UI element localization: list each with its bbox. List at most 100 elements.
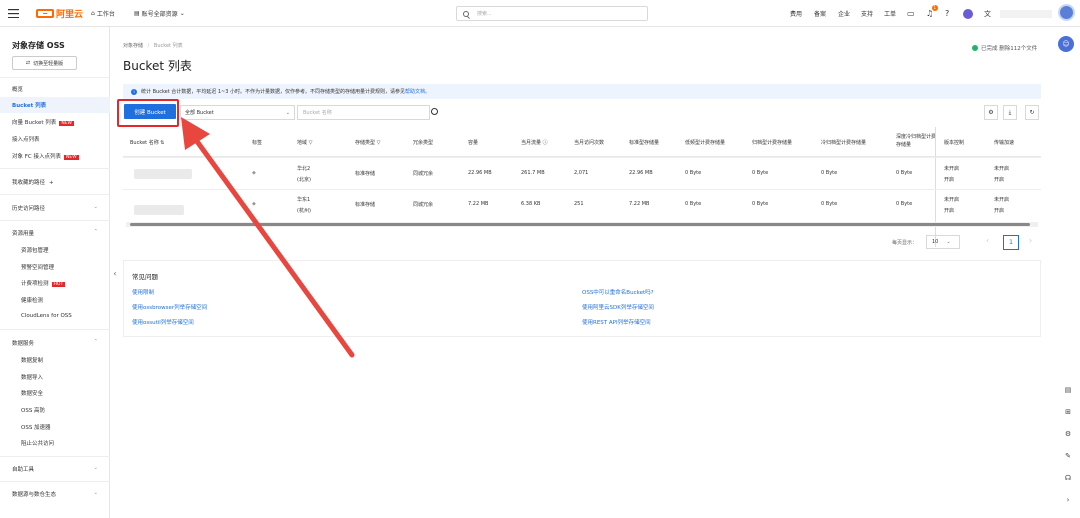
- col-bucket-name[interactable]: Bucket 名称 ⇅: [130, 139, 164, 146]
- sidebar-auto-tools-group[interactable]: 自助工具 ⌄: [12, 465, 98, 473]
- table-cell-archive: 0 Byte: [752, 170, 769, 176]
- bucket-name-blurred[interactable]: [134, 205, 184, 215]
- workbench-link[interactable]: ⌂ 工作台: [91, 0, 115, 27]
- page-title: Bucket 列表: [123, 59, 192, 73]
- search-placeholder: 搜索...: [477, 11, 492, 17]
- topbar-link-support[interactable]: 支持: [861, 0, 873, 27]
- sidebar-item-oss-accelerator[interactable]: OSS 加速器: [21, 423, 51, 431]
- faq-link-ossbrowser[interactable]: 使用ossbrowser列举存储空间: [132, 303, 207, 311]
- topbar-link-icp[interactable]: 备案: [814, 0, 826, 27]
- refresh-icon[interactable]: ↻: [1025, 105, 1039, 120]
- global-search-input[interactable]: 搜索...: [456, 6, 648, 21]
- sidebar-item-data-security[interactable]: 数据安全: [21, 389, 43, 397]
- calculator-icon[interactable]: ⊞: [1063, 407, 1073, 417]
- bucket-name-search-input[interactable]: Bucket 名称: [297, 105, 430, 120]
- sidebar-item-oss-ddos[interactable]: OSS 高防: [21, 406, 45, 414]
- scrollbar-thumb[interactable]: [130, 223, 1030, 226]
- sidebar-item-space-alert[interactable]: 预警空间管理: [21, 263, 54, 271]
- document-icon[interactable]: ▤: [1063, 385, 1073, 395]
- sidebar-collapse-icon[interactable]: ‹: [110, 266, 120, 280]
- message-icon[interactable]: ▭: [907, 0, 915, 27]
- download-icon[interactable]: ⤓: [1003, 105, 1017, 120]
- bucket-filter-select[interactable]: 全部 Bucket ⌄: [180, 105, 295, 120]
- enable-accel-link[interactable]: 开启: [994, 176, 1004, 183]
- sidebar-item-resource-pack[interactable]: 资源包管理: [21, 246, 49, 254]
- col-bucket-name-label: Bucket 名称: [130, 140, 159, 146]
- search-icon: [463, 10, 469, 17]
- help-doc-link[interactable]: 帮助文档。: [405, 88, 430, 95]
- assistant-robot-icon[interactable]: ☺: [1058, 36, 1074, 52]
- page-number-current[interactable]: 1: [1003, 235, 1019, 250]
- switch-lite-button[interactable]: ⇄ 切换至轻量版: [12, 56, 77, 70]
- sidebar-item-vector-bucket[interactable]: 向量 Bucket 列表 NEW: [12, 118, 74, 126]
- chevron-right-icon[interactable]: ›: [1063, 495, 1073, 505]
- faq-link-rename[interactable]: OSS中可以重命名Bucket吗?: [582, 288, 654, 296]
- sidebar-item-block-public-access[interactable]: 阻止公共访问: [21, 439, 54, 447]
- topbar-link-enterprise[interactable]: 企业: [838, 0, 850, 27]
- annotation-arrow: [181, 117, 355, 358]
- menu-icon[interactable]: [8, 0, 19, 27]
- sidebar-item-overview[interactable]: 概览: [12, 85, 23, 93]
- prev-page-icon[interactable]: ‹: [986, 236, 989, 245]
- sidebar-item-fc-access-point[interactable]: 对象 FC 接入点列表 NEW: [12, 152, 79, 160]
- language-icon[interactable]: 文: [984, 0, 991, 27]
- enable-versioning-link[interactable]: 开启: [944, 176, 954, 183]
- fee-label: 费用: [790, 11, 803, 18]
- col-deep-archive-storage: 深度冷归档型计费存储量: [896, 134, 937, 148]
- task-status[interactable]: 已完成 删除112个文件: [972, 44, 1037, 52]
- sidebar-item-data-import[interactable]: 数据导入: [21, 373, 43, 381]
- search-icon[interactable]: [431, 108, 438, 115]
- sidebar-item-billing-check[interactable]: 计费项检测 HOT: [21, 279, 66, 287]
- aliyun-logo[interactable]: 阿里云: [36, 0, 83, 27]
- sidebar-item-cloudlens[interactable]: CloudLens for OSS: [21, 313, 72, 319]
- table-cell-storage: 标准存储: [355, 202, 376, 208]
- table-cell-cold: 0 Byte: [821, 170, 838, 176]
- new-badge: NEW: [59, 121, 74, 126]
- tag-icon[interactable]: ◆: [252, 170, 256, 176]
- resource-scope-dropdown[interactable]: ▤ 账号全部资源 ⌄: [134, 0, 185, 27]
- data-ecosystem-label: 数据源与数仓生态: [12, 492, 57, 498]
- sidebar-resource-group[interactable]: 资源用量 ⌃: [12, 229, 98, 237]
- sidebar-data-services-group[interactable]: 数据服务 ⌃: [12, 339, 98, 347]
- topbar-link-fee[interactable]: 费用: [790, 0, 802, 27]
- edit-icon[interactable]: ✎: [1063, 451, 1073, 461]
- sidebar-data-ecosystem-group[interactable]: 数据源与数仓生态 ⌄: [12, 490, 98, 498]
- sidebar-history-group[interactable]: 历史访问路径 ⌄: [12, 204, 98, 212]
- table-cell-standard: 7.22 MB: [629, 201, 650, 207]
- topbar-link-ticket[interactable]: 工单: [884, 0, 896, 27]
- bucket-name-blurred[interactable]: [134, 169, 192, 179]
- gear-icon[interactable]: ⚙: [1063, 429, 1073, 439]
- col-storage-type[interactable]: 存储类型 ▽: [355, 139, 380, 146]
- tag-icon[interactable]: ◆: [252, 201, 256, 207]
- faq-link-sdk[interactable]: 使用阿里云SDK列举存储空间: [582, 303, 654, 311]
- sidebar-item-access-point[interactable]: 接入点列表: [12, 135, 40, 143]
- help-icon[interactable]: ⓘ: [541, 140, 548, 146]
- faq-link-limits[interactable]: 使用限制: [132, 288, 154, 296]
- page-size-select[interactable]: 10 ⌄: [926, 235, 960, 249]
- help-icon[interactable]: ?: [945, 0, 949, 27]
- sidebar-item-bucket-list[interactable]: Bucket 列表: [12, 101, 46, 109]
- sidebar-item-health-check[interactable]: 健康检测: [21, 296, 43, 304]
- breadcrumb-oss[interactable]: 对象存储: [123, 43, 143, 49]
- bell-icon[interactable]: ♫ 1: [926, 0, 938, 27]
- table-cell-ia: 0 Byte: [685, 170, 702, 176]
- faq-link-rest-api[interactable]: 使用REST API列举存储空间: [582, 318, 651, 326]
- chevron-down-icon: ⌄: [93, 465, 98, 471]
- sidebar-favorites[interactable]: 我收藏的路径 +: [12, 178, 54, 186]
- col-region[interactable]: 地域 ▽: [297, 139, 312, 146]
- vector-bucket-label: 向量 Bucket 列表: [12, 120, 57, 126]
- ticket-label: 工单: [884, 11, 897, 18]
- info-banner: i 统计 Bucket 合计数据，平均延迟 1~3 小时。不作为计量数据，仅作参…: [123, 84, 1041, 99]
- ai-assistant-icon[interactable]: [963, 0, 973, 27]
- user-avatar[interactable]: [1058, 4, 1075, 21]
- settings-icon[interactable]: ⚙: [984, 105, 998, 120]
- headset-icon[interactable]: ☊: [1063, 473, 1073, 483]
- next-page-icon[interactable]: ›: [1029, 236, 1032, 245]
- enable-versioning-link[interactable]: 开启: [944, 207, 954, 214]
- faq-link-ossutil[interactable]: 使用ossutil列举存储空间: [132, 318, 194, 326]
- enable-accel-link[interactable]: 开启: [994, 207, 1004, 214]
- sidebar-item-data-replication[interactable]: 数据复制: [21, 356, 43, 364]
- table-cell-region-sub: (北京): [297, 177, 311, 183]
- col-monthly-visits: 当月访问次数: [574, 140, 605, 146]
- top-navbar: 阿里云 ⌂ 工作台 ▤ 账号全部资源 ⌄ 搜索... 费用 备案 企业 支持 工单 ▭…: [0, 0, 1080, 27]
